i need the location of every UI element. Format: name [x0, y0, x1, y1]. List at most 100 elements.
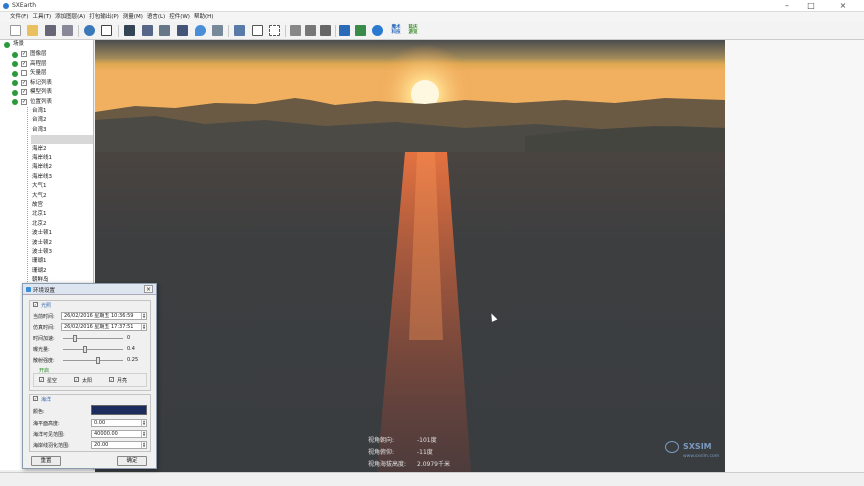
dialog-titlebar[interactable]: 环境设置 ×: [23, 284, 156, 295]
tree-position-item[interactable]: 海岸线3: [31, 173, 52, 182]
menu-language[interactable]: 语言(L): [145, 12, 167, 22]
brightness-track[interactable]: [63, 349, 123, 350]
save-icon[interactable]: [45, 25, 56, 36]
profile-icon[interactable]: [305, 25, 316, 36]
tree-position-item[interactable]: 大气2: [31, 192, 47, 201]
tree-position-item[interactable]: [31, 135, 93, 145]
sea-level-spinner[interactable]: ▲ ▼: [141, 420, 146, 426]
model-icon[interactable]: [177, 25, 188, 36]
tree-expand-icon[interactable]: [12, 61, 18, 67]
open-folder-icon[interactable]: [27, 25, 38, 36]
globe-viewport[interactable]: 视角朝向: -101度 视角俯仰: -11度 视角海拔高度: 2.0979千米 …: [95, 40, 725, 472]
menu-file[interactable]: 文件(F): [8, 12, 30, 22]
brightness-slider[interactable]: [83, 346, 87, 353]
dialog-close-button[interactable]: ×: [144, 285, 153, 293]
light-checkbox[interactable]: ✓: [33, 302, 38, 307]
menu-package[interactable]: 打包输出(P): [87, 12, 121, 22]
tree-position-item[interactable]: 北京2: [31, 220, 47, 229]
time-accel-slider[interactable]: [73, 335, 77, 342]
tree-position-item[interactable]: 海岸线1: [31, 154, 52, 163]
path-icon[interactable]: [212, 25, 223, 36]
menu-tools[interactable]: 工具(T): [30, 12, 53, 22]
tree-expand-icon[interactable]: [12, 51, 18, 58]
ok-button[interactable]: 确定: [117, 456, 147, 466]
sun-checkbox[interactable]: ✓: [74, 377, 79, 382]
scatter-slider[interactable]: [96, 357, 100, 364]
layer-checkbox[interactable]: ✓: [21, 89, 27, 95]
measure-area-icon[interactable]: [252, 25, 263, 36]
tree-position-item[interactable]: 台湾2: [31, 116, 47, 125]
time-accel-track[interactable]: [63, 338, 123, 339]
yanqing-tour-button[interactable]: 延庆 游览: [406, 25, 420, 36]
menu-help[interactable]: 帮助(H): [192, 12, 215, 22]
ruler-icon[interactable]: [290, 25, 301, 36]
tree-position-item[interactable]: 波士顿2: [31, 239, 52, 248]
layer-checkbox[interactable]: ✓: [21, 51, 27, 57]
map-icon[interactable]: [355, 25, 366, 36]
current-time-spinner[interactable]: ▲ ▼: [141, 313, 146, 319]
tree-expand-icon[interactable]: [12, 89, 18, 96]
tree-position-item[interactable]: 台湾3: [31, 126, 47, 135]
visible-range-spinner[interactable]: ▲ ▼: [141, 431, 146, 437]
tree-position-item[interactable]: 波士顿3: [31, 248, 52, 257]
tree-position-item[interactable]: 大气1: [31, 182, 47, 191]
magic-tech-button[interactable]: 魔术 科技: [389, 25, 403, 36]
tree-position-item[interactable]: 台湾1: [31, 107, 47, 116]
sim-time-spinner[interactable]: ▲ ▼: [141, 324, 146, 330]
layer-image-icon[interactable]: [124, 25, 135, 36]
tree-expand-icon[interactable]: [4, 42, 10, 48]
tree-position-item[interactable]: 北京1: [31, 210, 47, 219]
vector-icon[interactable]: [159, 25, 170, 36]
menu-add-layer[interactable]: 添加图层(A): [53, 12, 87, 22]
layer-elevation-icon[interactable]: [142, 25, 153, 36]
tree-expand-icon[interactable]: [12, 70, 18, 77]
scatter-track[interactable]: [63, 360, 123, 361]
tree-expand-icon[interactable]: [12, 99, 18, 105]
ocean-checkbox[interactable]: ✓: [33, 396, 38, 401]
reset-button[interactable]: 重置: [31, 456, 61, 466]
stars-checkbox[interactable]: ✓: [39, 377, 44, 382]
tree-position-item[interactable]: 波士顿1: [31, 229, 52, 238]
placemark-icon[interactable]: [195, 25, 206, 36]
fade-range-field[interactable]: 20.00 ▲ ▼: [91, 441, 147, 449]
ocean-color-label: 颜色:: [33, 409, 45, 415]
visible-range-field[interactable]: 40000.00 ▲ ▼: [91, 430, 147, 438]
tree-layer-item[interactable]: 位置列表: [30, 98, 52, 107]
tree-layer-item[interactable]: 高程层: [30, 60, 47, 69]
globe-icon[interactable]: [84, 25, 95, 36]
menu-controls[interactable]: 控件(W): [167, 12, 192, 22]
fullscreen-icon[interactable]: [269, 25, 280, 36]
layer-checkbox[interactable]: ✓: [21, 98, 27, 105]
layer-checkbox[interactable]: ✓: [21, 60, 27, 67]
ocean-color-swatch[interactable]: [91, 405, 147, 415]
layer-checkbox[interactable]: ✓: [21, 79, 27, 86]
close-button[interactable]: ×: [832, 0, 854, 12]
tree-layer-item[interactable]: 标记列表: [30, 79, 52, 88]
tree-layer-item[interactable]: 矢量层: [30, 69, 47, 78]
tree-position-item[interactable]: 故宫: [31, 201, 43, 210]
moon-checkbox[interactable]: ✓: [109, 377, 114, 382]
menu-measure[interactable]: 测量(M): [121, 12, 145, 22]
save-as-icon[interactable]: [62, 25, 73, 36]
tree-position-item[interactable]: 珊瑚1: [31, 257, 47, 266]
tree-expand-icon[interactable]: [12, 80, 18, 86]
maximize-button[interactable]: □: [800, 0, 822, 12]
tree-position-item[interactable]: 海岸2: [31, 145, 47, 154]
home-icon[interactable]: [339, 25, 350, 36]
terrain-icon[interactable]: [320, 25, 331, 36]
tree-root[interactable]: 场景: [13, 40, 24, 49]
current-time-field[interactable]: 26/02/2016 星期五 10:36:59 ▲ ▼: [61, 312, 147, 320]
earth-icon[interactable]: [372, 25, 383, 36]
tree-layer-item[interactable]: 模型列表: [30, 88, 52, 97]
tree-position-item[interactable]: 海岸线2: [31, 163, 52, 172]
layer-checkbox[interactable]: [21, 70, 27, 76]
new-file-icon[interactable]: [10, 25, 21, 36]
tree-layer-item[interactable]: 图像层: [30, 50, 47, 59]
sea-level-field[interactable]: 0.00 ▲ ▼: [91, 419, 147, 427]
tree-position-item[interactable]: 珊瑚2: [31, 267, 47, 276]
minimize-button[interactable]: –: [776, 0, 798, 12]
sim-time-field[interactable]: 26/02/2016 星期五 17:37:51 ▲ ▼: [61, 323, 147, 331]
measure-height-icon[interactable]: [234, 25, 245, 36]
fade-range-spinner[interactable]: ▲ ▼: [141, 442, 146, 448]
layout-icon[interactable]: [101, 25, 112, 36]
